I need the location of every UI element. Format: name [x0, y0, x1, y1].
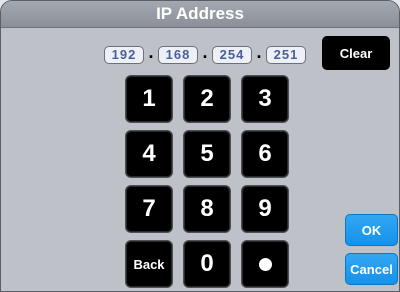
key-8[interactable]: 8 [183, 185, 231, 233]
key-7[interactable]: 7 [125, 185, 173, 233]
dot-icon [258, 257, 272, 271]
dot-key[interactable] [241, 240, 289, 288]
ok-button[interactable]: OK [345, 214, 398, 246]
ip-octet-3[interactable]: 254 [212, 46, 252, 64]
ip-octet-4[interactable]: 251 [266, 46, 306, 64]
ip-address-dialog: IP Address 192 . 168 . 254 . 251 Clear 1… [0, 0, 400, 292]
ip-octet-1[interactable]: 192 [104, 46, 144, 64]
key-0[interactable]: 0 [183, 240, 231, 288]
ip-separator: . [148, 42, 154, 62]
back-key[interactable]: Back [125, 240, 173, 288]
clear-button[interactable]: Clear [322, 36, 390, 70]
ip-octet-2[interactable]: 168 [158, 46, 198, 64]
dialog-title: IP Address [1, 1, 399, 28]
key-1[interactable]: 1 [125, 75, 173, 123]
key-4[interactable]: 4 [125, 130, 173, 178]
cancel-button[interactable]: Cancel [345, 253, 398, 285]
ip-separator: . [202, 42, 208, 62]
key-5[interactable]: 5 [183, 130, 231, 178]
key-9[interactable]: 9 [241, 185, 289, 233]
ip-separator: . [256, 42, 262, 62]
key-6[interactable]: 6 [241, 130, 289, 178]
key-3[interactable]: 3 [241, 75, 289, 123]
key-2[interactable]: 2 [183, 75, 231, 123]
ip-address-display: 192 . 168 . 254 . 251 [104, 42, 306, 64]
